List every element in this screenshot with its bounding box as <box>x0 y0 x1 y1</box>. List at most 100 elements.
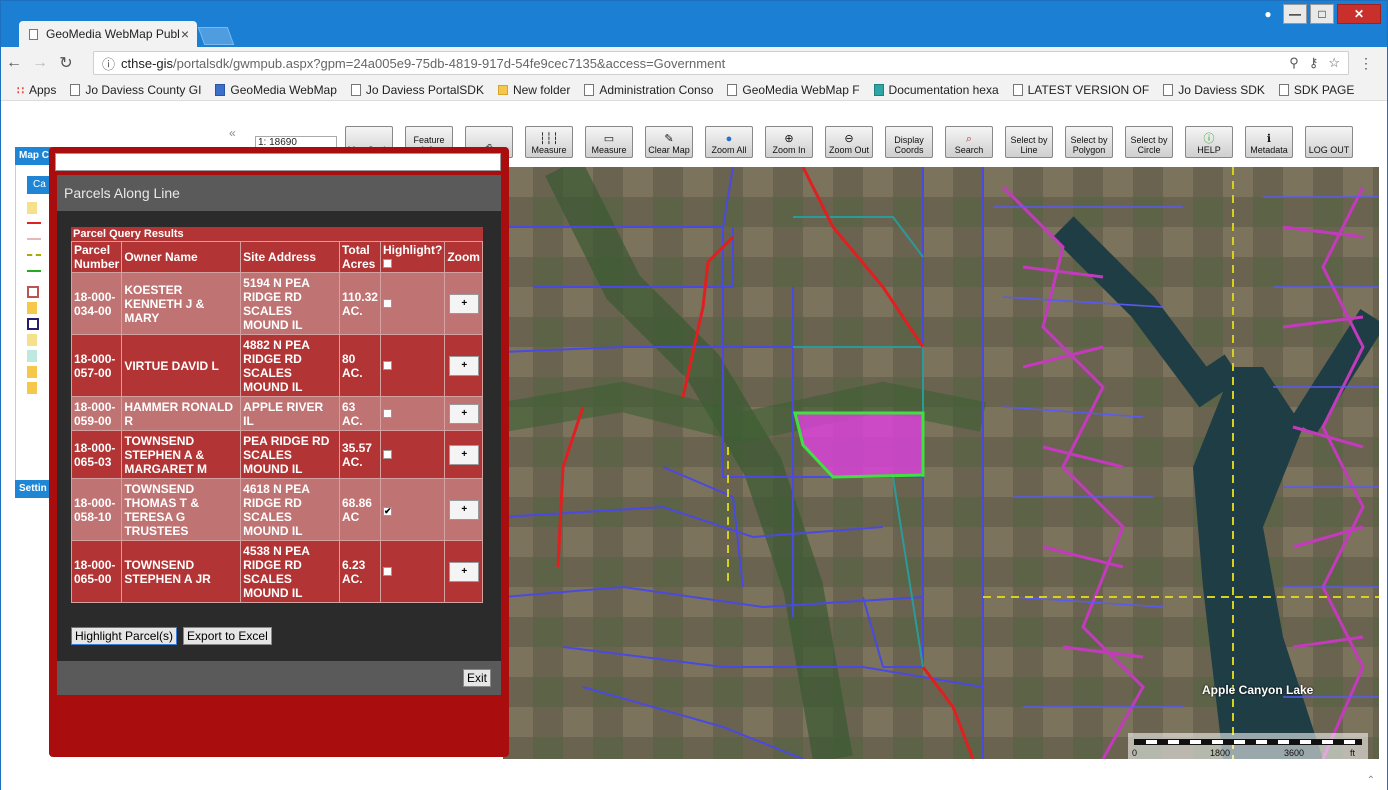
map-canvas <box>503 167 1379 759</box>
bookmark-item[interactable]: LATEST VERSION OF <box>1012 83 1149 97</box>
cell-acres: 68.86 AC <box>338 478 381 541</box>
legend-swatch <box>27 222 41 234</box>
bookmark-item[interactable]: GeoMedia WebMap F <box>727 83 860 97</box>
toolbar-button[interactable]: ⊖ Zoom Out <box>825 126 873 158</box>
toolbar-button[interactable]: ● Zoom All <box>705 126 753 158</box>
doc-icon <box>873 83 884 96</box>
browser-menu-icon[interactable]: ⋮ <box>1359 55 1373 72</box>
cell-zoom: + <box>444 540 483 603</box>
zoom-to-parcel-button[interactable]: + <box>449 561 480 582</box>
map-view[interactable] <box>503 167 1379 759</box>
legend-swatch <box>27 350 37 362</box>
scale-tick: 3600 <box>1284 748 1305 758</box>
legend-swatch <box>27 270 41 282</box>
toolbar-button[interactable]: Select by Circle <box>1125 126 1173 158</box>
zoom-to-parcel-button[interactable]: + <box>449 355 480 376</box>
user-icon[interactable]: ● <box>1256 4 1280 24</box>
toolbar-button-label: Zoom All <box>711 145 747 155</box>
cell-address: 5194 N PEA RIDGE RD SCALES MOUND IL <box>240 272 340 335</box>
toolbar-button[interactable]: ⌕ Search <box>945 126 993 158</box>
table-row: 18-000-065-00 TOWNSEND STEPHEN A JR 4538 N… <box>70 540 483 603</box>
new-tab-button[interactable] <box>197 27 235 45</box>
key-icon[interactable]: ⚷ <box>1309 55 1319 71</box>
cell-acres: 110.32 AC. <box>338 272 381 335</box>
bookmark-item[interactable]: New folder <box>497 83 570 97</box>
column-header: Total Acres <box>338 241 381 273</box>
collapse-panel-icon[interactable]: « <box>229 126 236 140</box>
highlight-checkbox[interactable]: ✔ <box>382 506 392 516</box>
highlight-checkbox[interactable] <box>382 566 392 576</box>
url-field[interactable]: ⓘ cthse-gis/portalsdk/gwmpub.aspx?gpm=24… <box>93 51 1349 75</box>
toolbar-button[interactable]: ┆┆┆ Measure <box>525 126 573 158</box>
close-window-button[interactable]: ✕ <box>1337 4 1381 24</box>
bookmark-item[interactable]: ∷ Apps <box>17 83 56 97</box>
column-header: Highlight? <box>382 243 443 257</box>
table-header-row: Parcel Number Owner Name Site Address To… <box>70 241 483 273</box>
cell-address: APPLE RIVER IL <box>240 396 340 431</box>
address-bar: ← → ↻ ⓘ cthse-gis/portalsdk/gwmpub.aspx?… <box>1 47 1387 79</box>
column-header: Site Address <box>240 241 340 273</box>
bookmark-item[interactable]: Jo Daviess County GI <box>70 83 201 97</box>
bookmark-label: SDK PAGE <box>1293 82 1355 97</box>
highlight-parcels-button[interactable]: Highlight Parcel(s) <box>71 627 178 645</box>
cell-owner: TOWNSEND THOMAS T & TERESA G TRUSTEES <box>121 478 242 541</box>
reload-icon[interactable]: ↻ <box>53 53 79 73</box>
back-icon[interactable]: ← <box>1 54 27 72</box>
zoom-to-parcel-button[interactable]: + <box>449 403 480 424</box>
bookmark-item[interactable]: SDK PAGE <box>1278 82 1355 97</box>
toolbar-button-label: HELP <box>1197 145 1221 155</box>
bookmark-item[interactable]: Documentation hexa <box>873 83 999 97</box>
toolbar-button[interactable]: ⊕ Zoom In <box>765 126 813 158</box>
legend-swatch <box>27 382 37 394</box>
toolbar-button-label: LOG OUT <box>1308 145 1350 155</box>
forward-icon[interactable]: → <box>27 54 53 72</box>
highlight-all-checkbox[interactable] <box>382 259 392 268</box>
bookmark-item[interactable]: Jo Daviess PortalSDK <box>350 83 484 97</box>
scroll-top-icon[interactable]: ⌃ <box>1367 775 1375 786</box>
scale-tick: 0 <box>1132 748 1138 758</box>
zoom-to-parcel-button[interactable]: + <box>449 499 480 520</box>
toolbar-button-label: Select by Polygon <box>1070 135 1108 155</box>
cell-zoom: + <box>444 396 483 431</box>
zoom-in-icon: ⊕ <box>784 133 794 145</box>
star-icon[interactable]: ☆ <box>1328 55 1340 71</box>
clear-map-icon: ✎ <box>664 133 674 145</box>
toolbar-button[interactable]: LOG OUT <box>1305 126 1353 158</box>
cell-address: 4538 N PEA RIDGE RD SCALES MOUND IL <box>240 540 340 603</box>
export-excel-button[interactable]: Export to Excel <box>183 627 272 645</box>
lake-label: Apple Canyon Lake <box>1202 683 1314 697</box>
dialog-actions: Highlight Parcel(s) Export to Excel <box>71 627 272 645</box>
cell-parcel: 18-000-057-00 <box>70 334 123 397</box>
highlight-checkbox[interactable] <box>382 298 392 308</box>
parcels-dialog: Parcels Along Line Parcel Query Results … <box>49 147 509 757</box>
bookmark-item[interactable]: Administration Conso <box>584 83 713 97</box>
minimize-button[interactable]: — <box>1283 4 1307 24</box>
browser-tab[interactable]: GeoMedia WebMap Publ × <box>19 21 197 47</box>
zoom-icon[interactable]: ⚲ <box>1289 55 1299 71</box>
page-icon <box>350 83 361 96</box>
exit-button[interactable]: Exit <box>462 669 491 687</box>
toolbar-button[interactable]: Display Coords <box>885 126 933 158</box>
toolbar-button[interactable]: ▭ Measure <box>585 126 633 158</box>
table-row: 18-000-058-10 TOWNSEND THOMAS T & TERESA … <box>70 478 483 541</box>
toolbar-button[interactable]: Select by Polygon <box>1065 126 1113 158</box>
column-header: Owner Name <box>121 241 242 273</box>
toolbar-button[interactable]: ⓘ HELP <box>1185 126 1233 158</box>
toolbar-button[interactable]: Select by Line <box>1005 126 1053 158</box>
toolbar-button[interactable]: ℹ Metadata <box>1245 126 1293 158</box>
page-icon <box>1012 83 1023 96</box>
highlight-checkbox[interactable] <box>382 360 392 370</box>
zoom-to-parcel-button[interactable]: + <box>449 293 480 314</box>
bookmark-item[interactable]: GeoMedia WebMap <box>215 83 337 97</box>
maximize-button[interactable]: □ <box>1310 4 1334 24</box>
highlight-checkbox[interactable] <box>382 449 392 459</box>
cell-acres: 80 AC. <box>338 334 381 397</box>
toolbar-button-label: Select by Line <box>1010 135 1048 155</box>
legend-swatch <box>27 238 41 250</box>
cell-owner: HAMMER RONALD R <box>121 396 242 431</box>
toolbar-button[interactable]: ✎ Clear Map <box>645 126 693 158</box>
highlight-checkbox[interactable] <box>382 408 392 418</box>
tab-close-icon[interactable]: × <box>181 26 189 42</box>
zoom-to-parcel-button[interactable]: + <box>449 444 480 465</box>
bookmark-item[interactable]: Jo Daviess SDK <box>1163 83 1265 97</box>
